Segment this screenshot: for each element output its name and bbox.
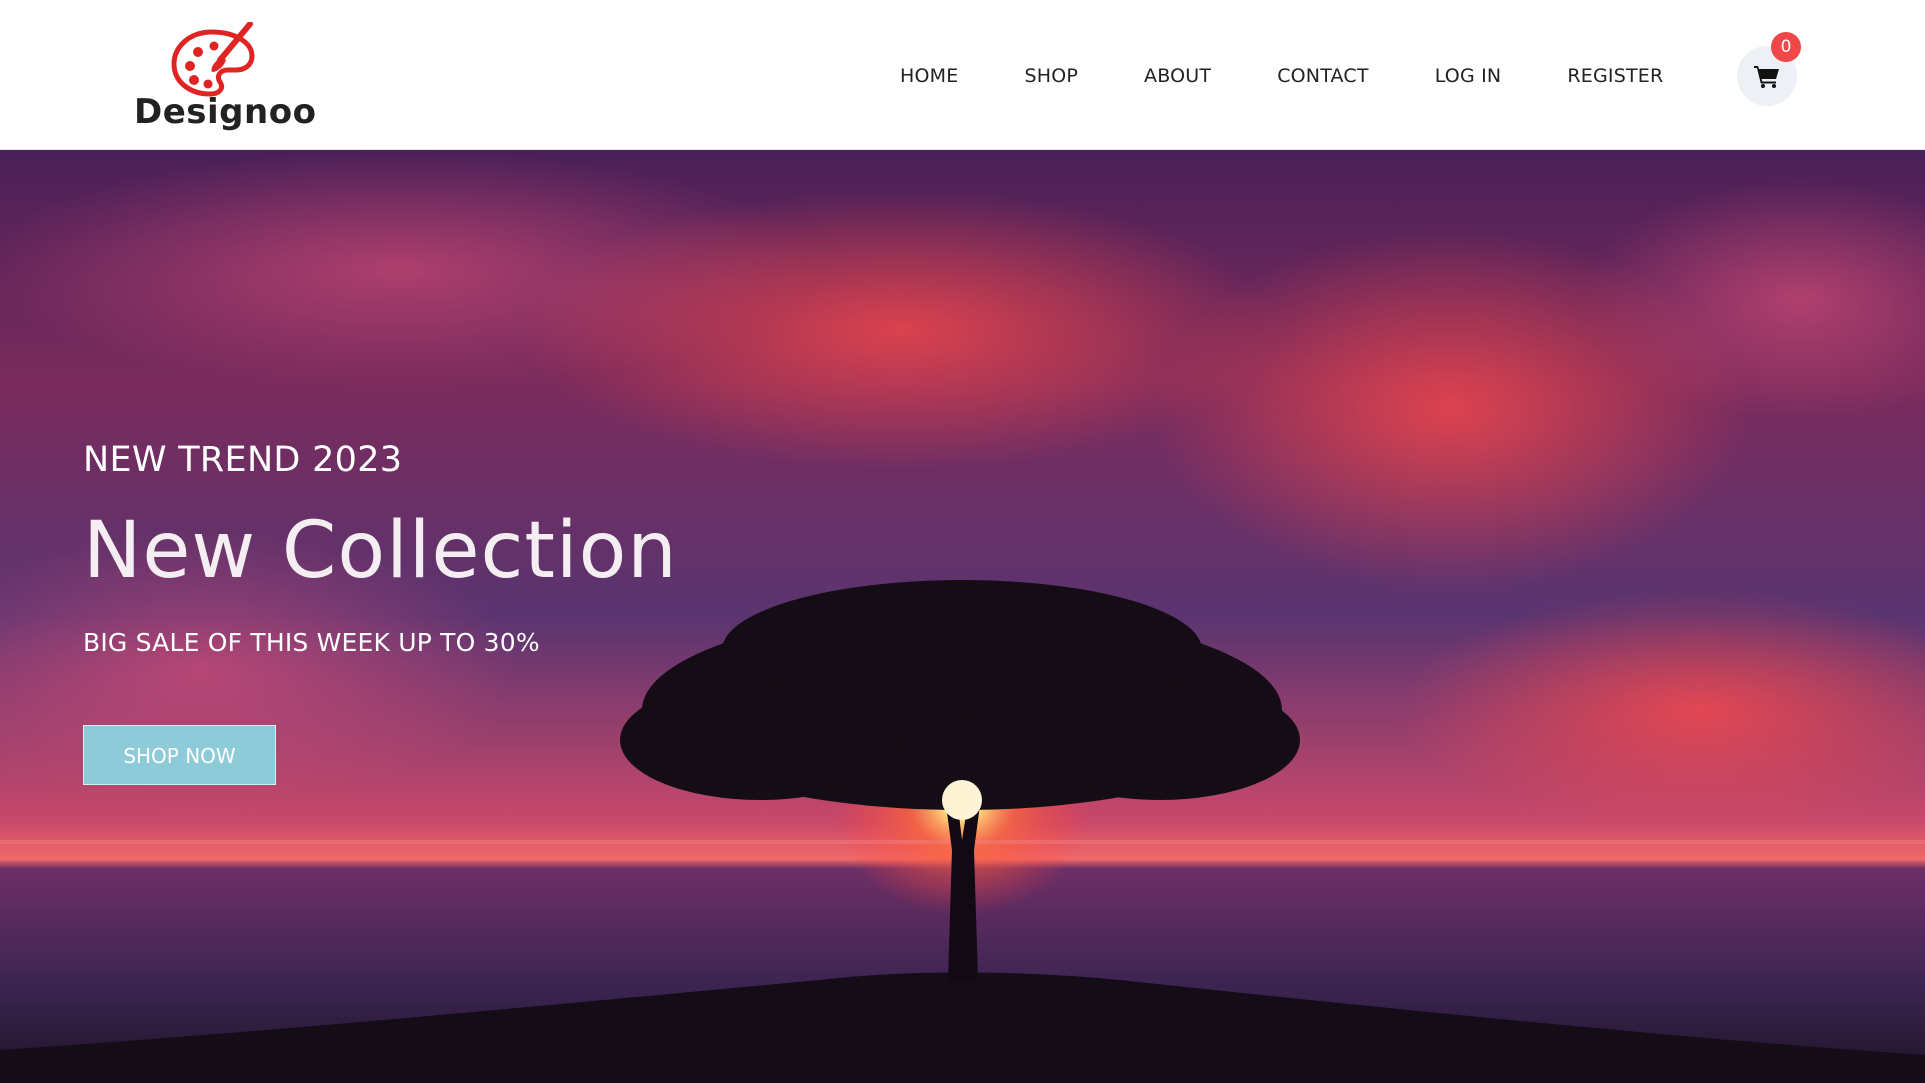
cart-button[interactable]: 0 (1737, 32, 1801, 106)
nav-item-register[interactable]: REGISTER (1567, 65, 1663, 87)
cart-icon (1754, 66, 1779, 88)
hero-banner: NEW TREND 2023 New Collection BIG SALE O… (0, 150, 1925, 1083)
hero-eyebrow: NEW TREND 2023 (83, 440, 403, 480)
hero-subtitle: BIG SALE OF THIS WEEK UP TO 30% (83, 628, 540, 657)
nav-item-login[interactable]: LOG IN (1435, 65, 1502, 87)
hero-content: NEW TREND 2023 New Collection BIG SALE O… (83, 440, 883, 785)
nav-item-contact[interactable]: CONTACT (1277, 65, 1369, 87)
hero-title: New Collection (83, 506, 678, 596)
page: Designoo HOME SHOP ABOUT CONTACT LOG IN … (0, 0, 1925, 1083)
site-header: Designoo HOME SHOP ABOUT CONTACT LOG IN … (0, 0, 1925, 150)
nav-item-shop[interactable]: SHOP (1024, 65, 1078, 87)
brand-name: Designoo (134, 92, 317, 132)
brand-logo[interactable]: Designoo (128, 22, 316, 134)
main-nav: HOME SHOP ABOUT CONTACT LOG IN REGISTER (900, 62, 1663, 90)
nav-item-home[interactable]: HOME (900, 65, 958, 87)
cart-count-badge: 0 (1771, 32, 1801, 62)
nav-item-about[interactable]: ABOUT (1144, 65, 1211, 87)
shop-now-button[interactable]: SHOP NOW (83, 725, 276, 785)
palette-icon (171, 22, 255, 97)
